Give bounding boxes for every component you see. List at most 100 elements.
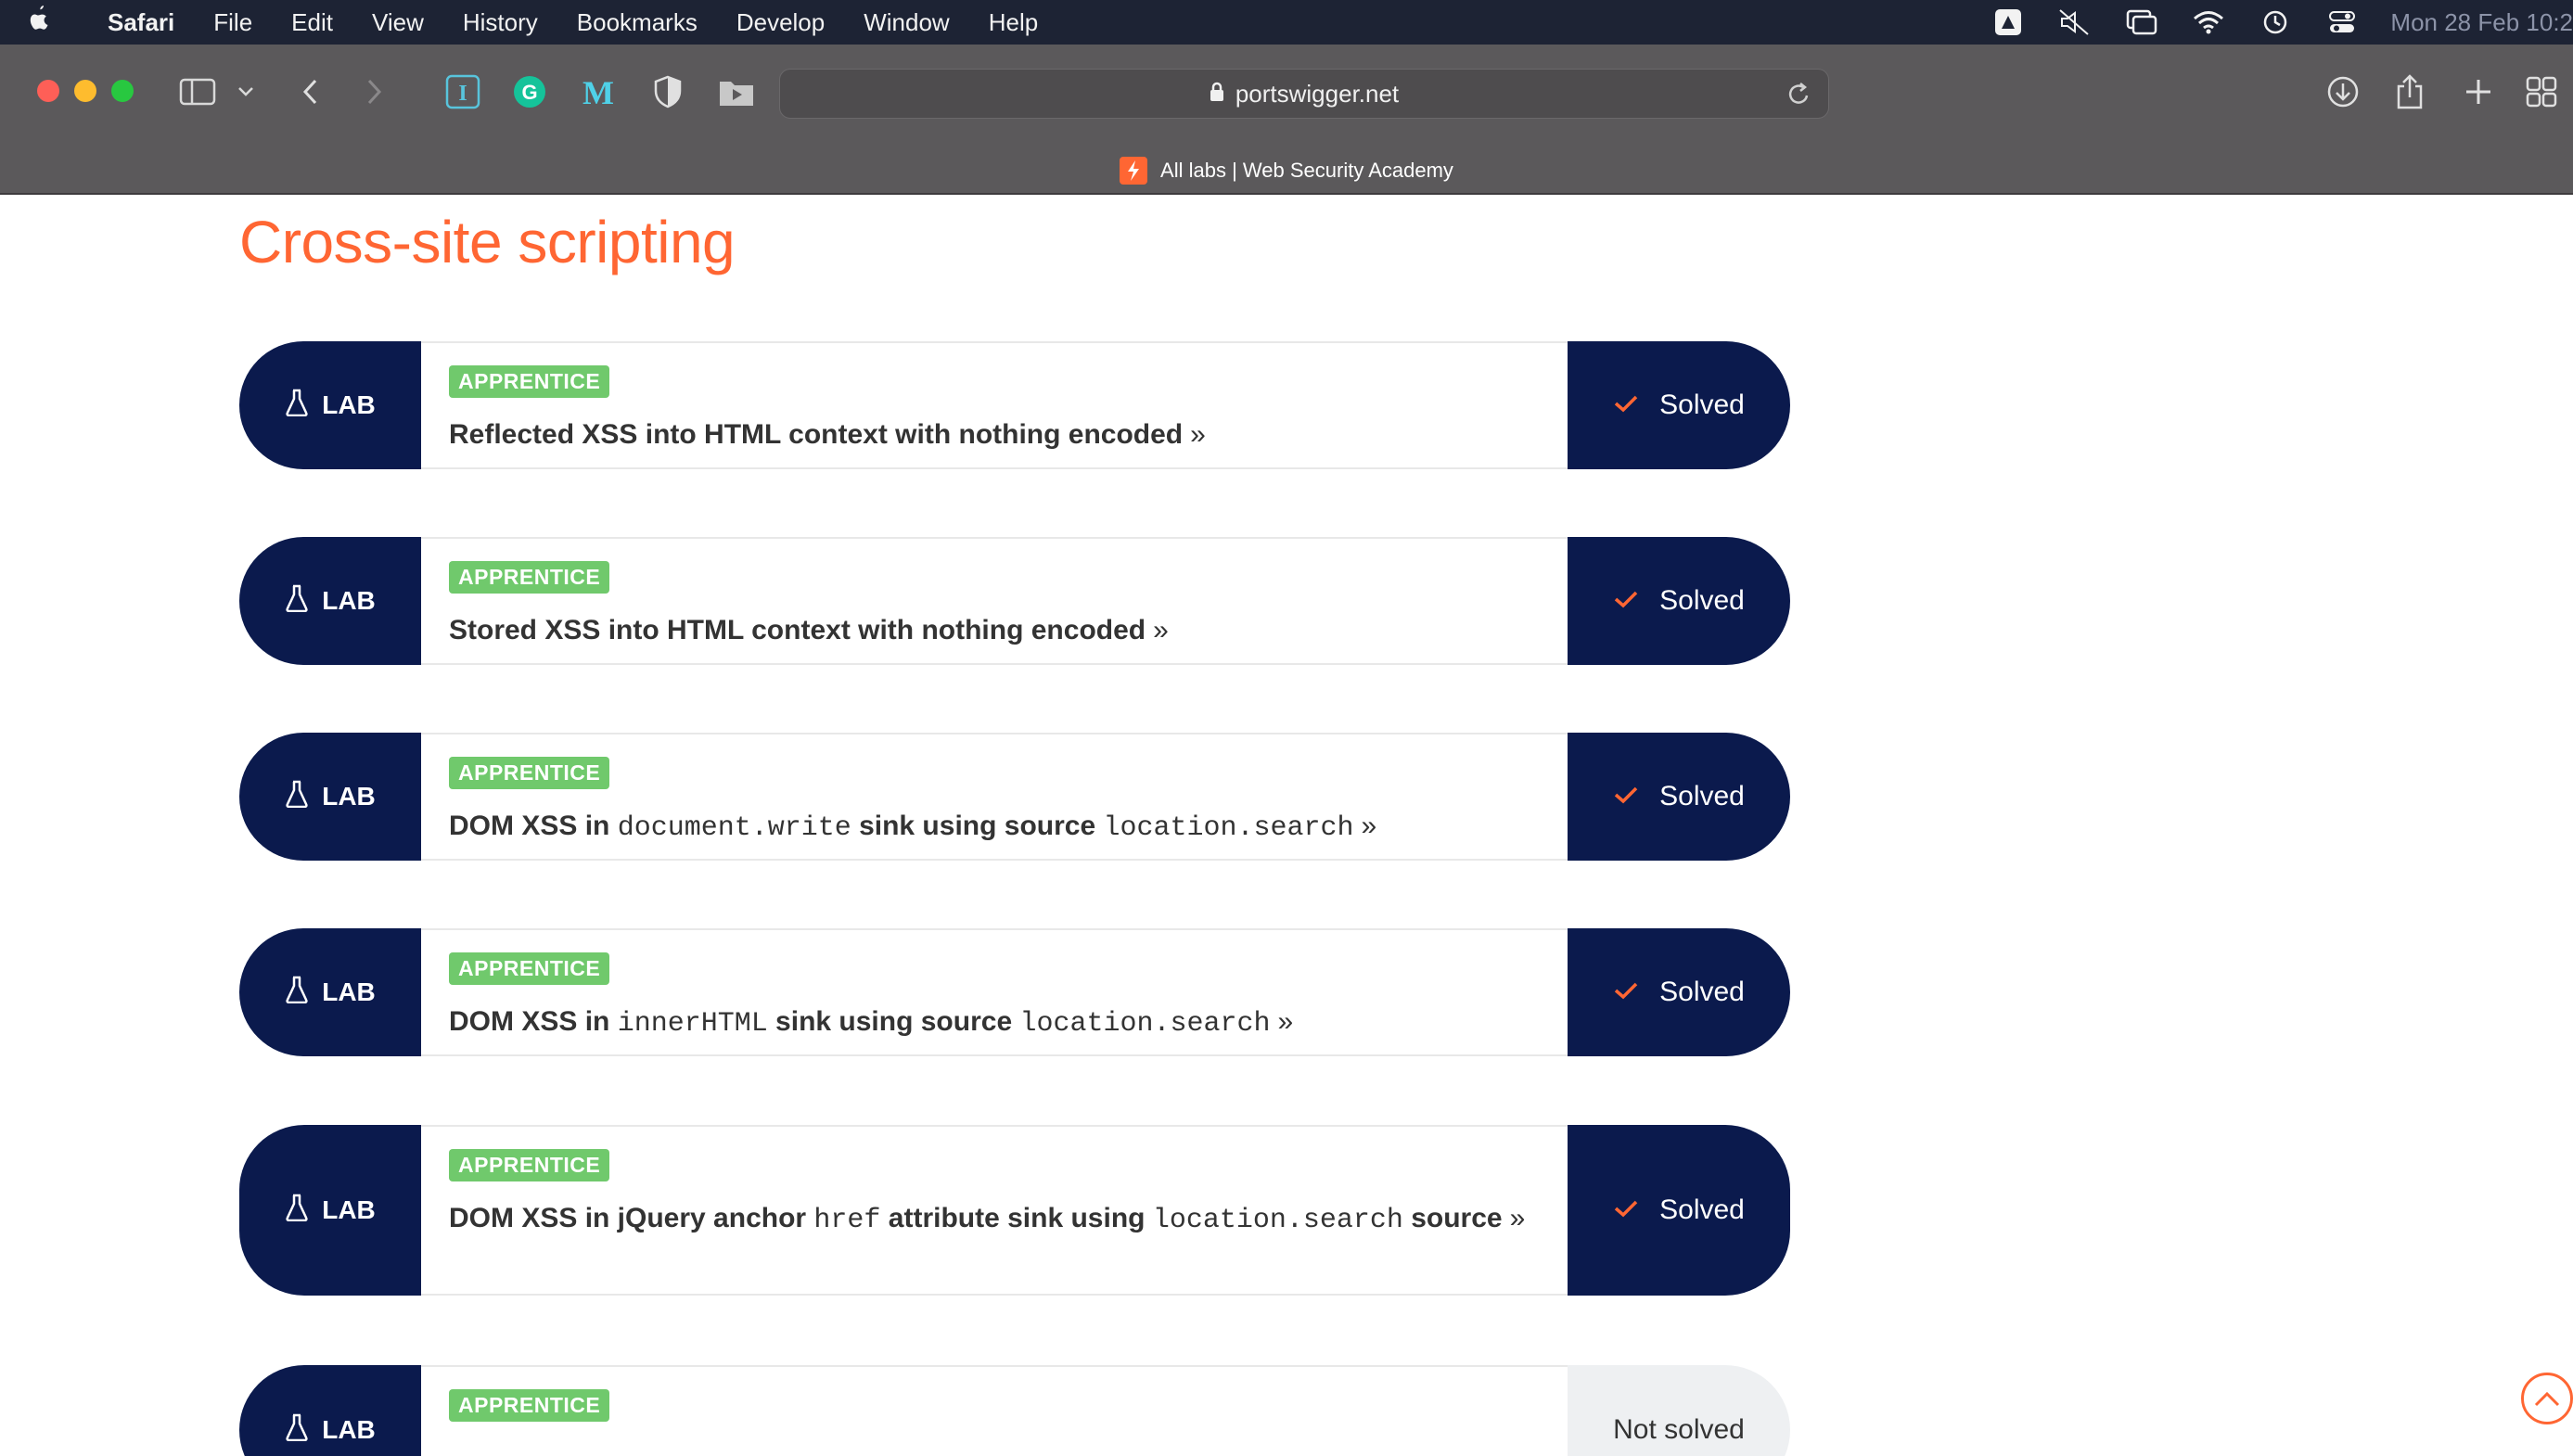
lab-row: LAB APPRENTICE DOM XSS in document.write s… (239, 733, 1790, 861)
lab-status: Solved (1568, 341, 1790, 469)
level-badge: APPRENTICE (449, 1149, 610, 1181)
lab-title-link[interactable]: DOM XSS in jQuery anchor href attribute … (449, 1196, 1540, 1243)
checkmark-icon (1613, 977, 1639, 1008)
menu-develop[interactable]: Develop (736, 8, 825, 37)
screen-mirroring-icon[interactable] (2123, 8, 2160, 36)
app-extension-icon[interactable] (1990, 8, 2027, 36)
reader-extension-icon[interactable]: I (443, 69, 482, 115)
svg-text:I: I (458, 82, 467, 106)
level-badge: APPRENTICE (449, 365, 610, 398)
lab-title-link[interactable]: DOM XSS in document.write sink using sou… (449, 804, 1540, 850)
m-extension-icon[interactable]: M (579, 69, 618, 115)
grammarly-icon[interactable]: G (510, 69, 549, 115)
lab-status: Not solved (1568, 1365, 1790, 1456)
level-badge: APPRENTICE (449, 561, 610, 594)
flask-icon (285, 1413, 309, 1448)
lab-label-text: LAB (322, 782, 376, 811)
double-chevron-right-icon: » (1277, 1006, 1294, 1037)
address-bar[interactable]: portswigger.net (779, 69, 1829, 119)
lab-row: LAB APPRENTICE Reflected XSS into HTML con… (239, 341, 1790, 469)
lab-details: APPRENTICE DOM XSS in innerHTML sink usin… (421, 928, 1568, 1056)
forward-icon[interactable] (358, 69, 391, 115)
back-icon[interactable] (293, 69, 326, 115)
menu-window[interactable]: Window (864, 8, 949, 37)
sidebar-toggle-icon[interactable] (176, 69, 219, 115)
status-text: Solved (1659, 1194, 1745, 1225)
flask-icon (285, 780, 309, 814)
lab-title-code: document.write (617, 812, 851, 844)
lab-details: APPRENTICE Reflected XSS into HTML contex… (421, 341, 1568, 469)
sound-muted-icon[interactable] (2056, 8, 2093, 36)
scroll-to-top-button[interactable] (2521, 1373, 2573, 1424)
double-chevron-right-icon: » (1190, 419, 1206, 450)
lab-title-text: sink using source (767, 1006, 1020, 1037)
lab-title-link[interactable]: Stored XSS into HTML context with nothin… (449, 608, 1540, 653)
lab-title-text: Reflected XSS into HTML context with not… (449, 419, 1184, 450)
lab-status: Solved (1568, 537, 1790, 665)
lab-title-text: source (1402, 1203, 1503, 1233)
apple-menu-icon[interactable] (26, 4, 80, 41)
checkmark-icon (1613, 390, 1639, 421)
share-icon[interactable] (2391, 69, 2428, 115)
tab-all-labs[interactable]: All labs | Web Security Academy (0, 147, 2573, 195)
status-text: Solved (1659, 977, 1745, 1007)
lab-title-text: sink using source (851, 811, 1104, 841)
menu-edit[interactable]: Edit (291, 8, 333, 37)
lab-status: Solved (1568, 928, 1790, 1056)
status-text: Solved (1659, 781, 1745, 811)
media-folder-icon[interactable] (716, 69, 757, 115)
lab-label: LAB (239, 733, 421, 861)
menu-history[interactable]: History (463, 8, 538, 37)
lab-label: LAB (239, 1365, 421, 1456)
svg-text:G: G (521, 81, 537, 104)
status-text: Solved (1659, 390, 1745, 420)
minimize-window-button[interactable] (74, 80, 96, 102)
lab-title-code: location.search (1152, 1205, 1403, 1236)
lock-icon (1210, 80, 1224, 109)
downloads-icon[interactable] (2324, 69, 2362, 115)
lab-title-text: DOM XSS in (449, 1006, 618, 1037)
portswigger-favicon-icon (1120, 157, 1148, 185)
menu-bookmarks[interactable]: Bookmarks (577, 8, 698, 37)
menu-help[interactable]: Help (989, 8, 1038, 37)
lab-details: APPRENTICE Stored XSS into HTML context w… (421, 537, 1568, 665)
lab-label: LAB (239, 1125, 421, 1296)
wifi-icon[interactable] (2190, 8, 2227, 36)
lab-details: APPRENTICE DOM XSS in jQuery anchor href … (421, 1125, 1568, 1296)
menubar-clock[interactable]: Mon 28 Feb 10:2 (2390, 8, 2573, 37)
status-area: Mon 28 Feb 10:2 (1990, 0, 2573, 45)
checkmark-icon (1613, 585, 1639, 617)
lab-status: Solved (1568, 1125, 1790, 1296)
reload-icon[interactable] (1787, 81, 1811, 113)
flask-icon (285, 976, 309, 1010)
page-title: Cross-site scripting (239, 209, 736, 275)
lab-row: LAB APPRENTICE DOM XSS in jQuery anchor hr… (239, 1125, 1790, 1296)
shield-icon[interactable] (649, 69, 686, 115)
lab-title-link[interactable]: Reflected XSS into HTML context with not… (449, 413, 1540, 457)
lab-title-code: href (813, 1205, 881, 1236)
svg-text:M: M (582, 74, 614, 109)
new-tab-icon[interactable] (2460, 69, 2497, 115)
control-center-icon[interactable] (2323, 8, 2361, 36)
menu-file[interactable]: File (213, 8, 252, 37)
lab-label: LAB (239, 537, 421, 665)
lab-row: LAB APPRENTICE Stored XSS into HTML contex… (239, 537, 1790, 665)
menu-app-safari[interactable]: Safari (108, 8, 174, 37)
lab-title-code: innerHTML (617, 1008, 768, 1040)
lab-title-text: DOM XSS in jQuery anchor (449, 1203, 814, 1233)
macos-menu-bar: Safari File Edit View History Bookmarks … (0, 0, 2573, 45)
lab-title-text: Stored XSS into HTML context with nothin… (449, 615, 1146, 645)
double-chevron-right-icon: » (1361, 811, 1377, 841)
status-text: Not solved (1613, 1414, 1745, 1445)
level-badge: APPRENTICE (449, 952, 610, 985)
checkmark-icon (1613, 781, 1639, 812)
menu-view[interactable]: View (372, 8, 424, 37)
time-machine-icon[interactable] (2257, 8, 2294, 36)
chevron-down-icon[interactable] (232, 69, 260, 115)
zoom-window-button[interactable] (111, 80, 134, 102)
lab-title-link[interactable]: DOM XSS in innerHTML sink using source l… (449, 1000, 1540, 1046)
lab-label-text: LAB (322, 390, 376, 419)
close-window-button[interactable] (37, 80, 59, 102)
tab-overview-icon[interactable] (2523, 69, 2560, 115)
safari-toolbar: I G M portswigger.net All labs | Web Sec (0, 45, 2573, 195)
